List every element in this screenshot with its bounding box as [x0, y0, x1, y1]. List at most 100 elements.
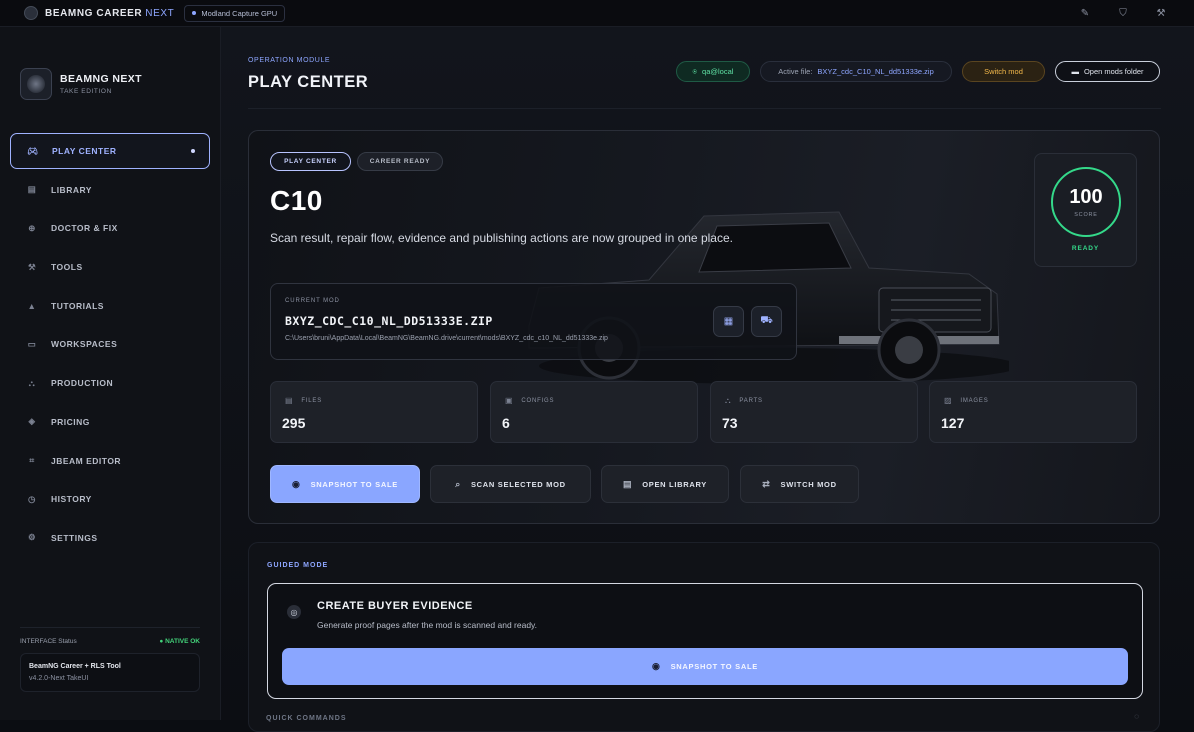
sidebar-item-library[interactable]: ▤ LIBRARY — [10, 172, 210, 208]
sidebar-item-settings[interactable]: ⚙ SETTINGS — [10, 520, 210, 556]
current-mod-label: CURRENT MOD — [285, 298, 340, 304]
editor-icon: ⌗ — [29, 455, 35, 465]
evidence-title: CREATE BUYER EVIDENCE — [317, 600, 473, 612]
snapshot-to-sale-button[interactable]: ◉ SNAPSHOT TO SALE — [270, 465, 420, 503]
score-value: 100 — [1069, 186, 1103, 208]
sidebar: BEAMNG NEXT TAKE EDITION 🎮︎ PLAY CENTER ▤… — [0, 27, 221, 720]
tool-name: BeamNG Career + RLS Tool — [29, 663, 121, 670]
score-card: 100 SCORE READY — [1034, 153, 1137, 267]
gamepad-icon: 🎮︎ — [27, 145, 39, 156]
library-icon: ▤ — [622, 478, 633, 489]
sidebar-item-workspaces[interactable]: ▭ WORKSPACES — [10, 326, 210, 362]
sidebar-item-play-center[interactable]: 🎮︎ PLAY CENTER — [10, 133, 210, 169]
scan-selected-mod-button[interactable]: ⌕ SCAN SELECTED MOD — [430, 465, 591, 503]
stat-configs-value: 6 — [502, 415, 510, 431]
app-title: BEAMNG CAREER NEXT — [45, 7, 175, 19]
garage-button[interactable]: ⛟ — [751, 306, 782, 337]
hero-card: PLAY CENTER CAREER READY C10 Scan result… — [248, 130, 1160, 524]
career-ready-tag: CAREER READY — [357, 152, 443, 171]
stat-parts: ⛬ PARTS 73 — [710, 381, 918, 443]
configs-icon: ▣ — [505, 396, 514, 405]
brand: BEAMNG NEXT TAKE EDITION — [20, 68, 142, 100]
sidebar-item-doctor-fix[interactable]: ⊕ DOCTOR & FIX — [10, 210, 210, 246]
history-icon: ◷ — [28, 493, 36, 504]
gear-icon: ⚙ — [27, 532, 37, 543]
current-mod-card: CURRENT MOD BXYZ_CDC_C10_NL_DD51333E.ZIP… — [270, 283, 797, 360]
wrench-icon: ⚒ — [27, 261, 37, 272]
guided-mode-panel: GUIDED MODE ◎ CREATE BUYER EVIDENCE Gene… — [248, 542, 1160, 732]
switch-icon: ⇄ — [762, 478, 771, 489]
current-mod-path: C:\Users\bruni\AppData\Local\BeamNG\Beam… — [285, 335, 608, 342]
switch-mod-button[interactable]: Switch mod — [962, 61, 1045, 82]
open-mods-folder-button[interactable]: ▬ Open mods folder — [1055, 61, 1160, 82]
stat-configs: ▣ CONFIGS 6 — [490, 381, 698, 443]
active-file-pill[interactable]: Active file: BXYZ_cdc_C10_NL_dd51333e.zip — [760, 61, 952, 82]
gpu-label: Modland Capture GPU — [201, 8, 278, 18]
folder-icon: ▬ — [1071, 67, 1079, 76]
stat-files-value: 295 — [282, 415, 306, 431]
quick-commands-label: QUICK COMMANDS — [266, 715, 347, 722]
window-controls: ✎ ⛉ ⚒ — [1078, 0, 1168, 27]
guided-snapshot-to-sale-button[interactable]: ◉ SNAPSHOT TO SALE — [282, 648, 1128, 685]
main-content: OPERATION MODULE PLAY CENTER ⍟ qa@local A… — [221, 27, 1194, 732]
sidebar-item-production[interactable]: ⛬ PRODUCTION — [10, 365, 210, 401]
score-status: READY — [1071, 245, 1100, 252]
graduation-icon: ▲ — [27, 300, 37, 311]
gpu-status-dot-icon — [192, 11, 197, 15]
stat-images-value: 127 — [941, 415, 965, 431]
interface-status: INTERFACE Status ● NATIVE OK BeamNG Caree… — [20, 627, 200, 692]
stat-files: ▤ FILES 295 — [270, 381, 478, 443]
board-icon: ▦ — [723, 316, 734, 327]
wrench-icon[interactable]: ⚒ — [1154, 8, 1168, 19]
doctor-icon: ⊕ — [28, 222, 36, 233]
car-icon: ⛟ — [760, 315, 773, 326]
app-logo-icon — [24, 6, 38, 20]
price-tag-icon: ◈ — [28, 416, 36, 427]
tool-version: v4.2.0-Next TakeUI — [29, 675, 89, 682]
evidence-description: Generate proof pages after the mod is sc… — [317, 620, 538, 630]
title-bar: BEAMNG CAREER NEXT Modland Capture GPU ✎ … — [0, 0, 1194, 27]
camera-icon: ◉ — [652, 661, 661, 671]
sidebar-item-tools[interactable]: ⚒ TOOLS — [10, 249, 210, 285]
evidence-button[interactable]: ▦ — [713, 306, 744, 337]
stat-images: ▨ IMAGES 127 — [929, 381, 1137, 443]
interface-status-label: INTERFACE Status — [20, 638, 77, 645]
create-buyer-evidence-card: ◎ CREATE BUYER EVIDENCE Generate proof p… — [267, 583, 1143, 699]
camera-icon: ◉ — [292, 478, 301, 489]
breadcrumb: OPERATION MODULE — [248, 57, 331, 64]
sidebar-item-jbeam-editor[interactable]: ⌗ JBEAM EDITOR — [10, 443, 210, 479]
parts-icon: ⛬ — [725, 396, 732, 405]
shield-icon[interactable]: ⛉ — [1116, 8, 1130, 19]
files-icon: ▤ — [285, 396, 294, 405]
native-ok-badge: ● NATIVE OK — [159, 638, 200, 645]
mod-title: C10 — [270, 185, 323, 216]
tool-info-card: BeamNG Career + RLS Tool v4.2.0-Next Tak… — [20, 653, 200, 692]
brush-icon[interactable]: ✎ — [1078, 8, 1092, 19]
evidence-icon: ◎ — [287, 605, 301, 619]
images-icon: ▨ — [944, 396, 953, 405]
brand-subtitle: TAKE EDITION — [60, 88, 112, 95]
stat-parts-value: 73 — [722, 415, 738, 431]
sidebar-item-pricing[interactable]: ◈ PRICING — [10, 404, 210, 440]
workspace-icon: ▭ — [27, 338, 37, 349]
user-pill[interactable]: ⍟ qa@local — [676, 61, 750, 82]
sidebar-item-history[interactable]: ◷ HISTORY — [10, 481, 210, 517]
guided-mode-label: GUIDED MODE — [267, 562, 329, 569]
gpu-chip[interactable]: Modland Capture GPU — [184, 4, 286, 22]
library-icon: ▤ — [27, 184, 37, 195]
score-label: SCORE — [1074, 212, 1098, 218]
header-divider — [248, 108, 1161, 109]
play-center-tag: PLAY CENTER — [270, 152, 351, 171]
switch-mod-action-button[interactable]: ⇄ SWITCH MOD — [740, 465, 859, 503]
mod-description: Scan result, repair flow, evidence and p… — [270, 231, 733, 245]
brand-logo-icon — [20, 68, 52, 100]
current-mod-filename: BXYZ_CDC_C10_NL_DD51333E.ZIP — [285, 314, 493, 328]
sidebar-item-tutorials[interactable]: ▲ TUTORIALS — [10, 288, 210, 324]
user-icon: ⍟ — [692, 66, 698, 76]
active-indicator-icon — [191, 149, 195, 153]
score-ring: 100 SCORE — [1051, 167, 1121, 237]
sidebar-nav: 🎮︎ PLAY CENTER ▤ LIBRARY ⊕ DOCTOR & FIX ⚒ TO… — [10, 133, 210, 559]
brand-name: BEAMNG NEXT — [60, 73, 142, 85]
search-icon: ⌕ — [455, 478, 461, 489]
open-library-button[interactable]: ▤ OPEN LIBRARY — [601, 465, 729, 503]
